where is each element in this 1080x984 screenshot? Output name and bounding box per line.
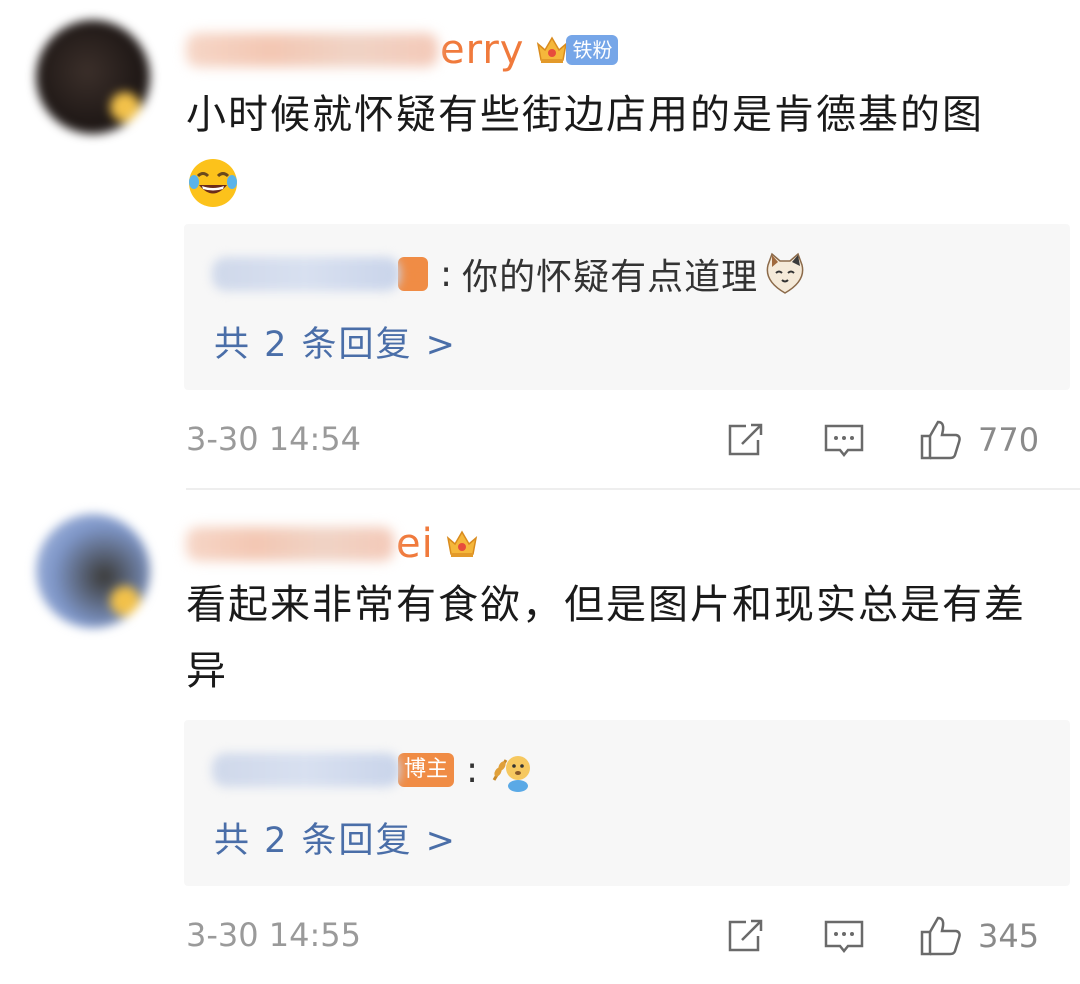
comment-text: 看起来非常有食欲，但是图片和现实总是有差异	[186, 582, 1026, 694]
comment-text: 小时候就怀疑有些街边店用的是肯德基的图	[186, 82, 1046, 214]
host-tag: 主	[398, 257, 428, 291]
username: ei	[396, 521, 434, 567]
comment-button[interactable]	[822, 914, 866, 958]
share-button[interactable]	[724, 418, 768, 462]
username-blurred	[186, 33, 438, 67]
verified-badge-icon	[110, 586, 140, 616]
avatar[interactable]	[36, 20, 150, 134]
share-button[interactable]	[724, 914, 768, 958]
dog-wheat-emoji	[488, 746, 536, 794]
view-more-replies-link[interactable]: 共 2 条回复 >	[214, 316, 457, 367]
username-row[interactable]: erry 铁粉	[186, 22, 619, 78]
like-count: 345	[978, 917, 1040, 955]
like-count: 770	[978, 421, 1040, 459]
crown-icon	[444, 526, 480, 562]
share-icon	[724, 916, 768, 956]
reply-username-blurred	[212, 257, 400, 291]
comment-item: erry 铁粉 小时候就怀疑有些街边店用的是肯德基的图 主: 你的怀疑有点道理…	[0, 0, 1080, 490]
verified-badge-icon	[110, 92, 140, 122]
timestamp: 3-30 14:55	[186, 916, 362, 954]
comment-icon	[822, 916, 866, 956]
reply-box[interactable]: 博主 : 共 2 条回复 >	[184, 720, 1070, 886]
reply-line: 博主 :	[212, 742, 536, 798]
laughing-tears-emoji	[186, 156, 240, 210]
comment-item: ei 看起来非常有食欲，但是图片和现实总是有差异 博主 : 共 2 条回复 > …	[0, 490, 1080, 984]
comment-meta: 3-30 14:54 770	[186, 412, 1046, 468]
like-button[interactable]: 345	[918, 914, 1039, 958]
comment-meta: 3-30 14:55 345	[186, 908, 1046, 964]
like-icon	[918, 418, 964, 462]
reply-text: 你的怀疑有点道理	[462, 257, 759, 298]
host-tag: 博主	[398, 753, 455, 787]
cat-face-emoji	[762, 251, 808, 297]
reply-username-blurred	[212, 753, 400, 787]
reply-line: 主 : 你的怀疑有点道理	[212, 246, 808, 302]
like-icon	[918, 914, 964, 958]
crown-icon	[534, 32, 570, 68]
avatar[interactable]	[36, 514, 150, 628]
share-icon	[724, 420, 768, 460]
like-button[interactable]: 770	[918, 418, 1039, 462]
username: erry	[440, 27, 525, 73]
username-row[interactable]: ei	[186, 516, 480, 572]
reply-box[interactable]: 主 : 你的怀疑有点道理 共 2 条回复 >	[184, 224, 1070, 390]
comment-icon	[822, 420, 866, 460]
timestamp: 3-30 14:54	[186, 420, 362, 458]
username-blurred	[186, 527, 394, 561]
comment-button[interactable]	[822, 418, 866, 462]
view-more-replies-link[interactable]: 共 2 条回复 >	[214, 812, 457, 863]
fan-badge: 铁粉	[566, 35, 619, 65]
comment-feed: erry 铁粉 小时候就怀疑有些街边店用的是肯德基的图 主: 你的怀疑有点道理…	[0, 0, 1080, 984]
